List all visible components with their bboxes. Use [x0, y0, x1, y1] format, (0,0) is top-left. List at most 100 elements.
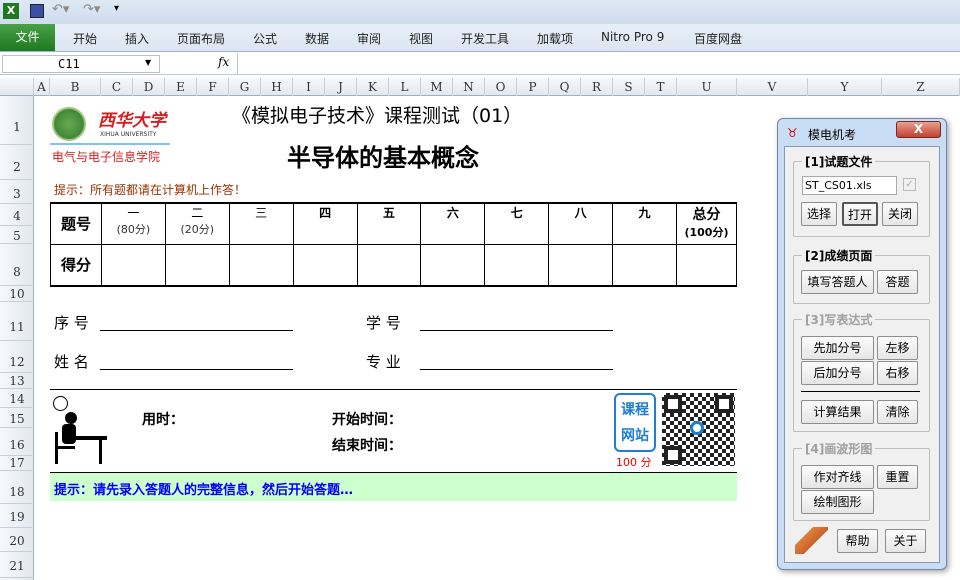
course-site-badge[interactable]: 课程网站 — [614, 393, 656, 452]
row-header[interactable]: 4 — [0, 204, 34, 226]
move-left-button[interactable]: 左移 — [877, 336, 918, 360]
col-header[interactable]: A — [34, 78, 50, 96]
row-header[interactable]: 18 — [0, 471, 34, 504]
score-cell[interactable] — [420, 243, 486, 287]
file-checkbox[interactable]: ✓ — [903, 178, 916, 191]
col-header[interactable]: U — [677, 78, 737, 96]
reset-button[interactable]: 重置 — [877, 465, 918, 489]
save-icon[interactable] — [30, 4, 44, 18]
align-lines-button[interactable]: 作对齐线 — [801, 465, 874, 489]
row-header[interactable]: 14 — [0, 389, 34, 408]
col-header[interactable]: C — [101, 78, 133, 96]
score-cell[interactable] — [164, 243, 230, 287]
tab-addins[interactable]: 加载项 — [537, 30, 573, 47]
tab-nitro[interactable]: Nitro Pro 9 — [601, 30, 664, 44]
move-right-button[interactable]: 右移 — [877, 361, 918, 385]
score-cell[interactable] — [548, 243, 614, 287]
name-field[interactable] — [100, 369, 293, 370]
row-header[interactable]: 19 — [0, 504, 34, 528]
col-header[interactable]: O — [485, 78, 517, 96]
prefix-semicolon-button[interactable]: 先加分号 — [801, 336, 874, 360]
close-file-button[interactable]: 关闭 — [882, 202, 918, 226]
col-header[interactable]: G — [229, 78, 261, 96]
tab-review[interactable]: 审阅 — [357, 30, 381, 47]
col-header[interactable]: P — [517, 78, 549, 96]
name-box-dropdown-icon[interactable]: ▼ — [145, 58, 151, 67]
customize-toolbar-icon[interactable]: ▾ — [114, 3, 119, 14]
draw-graph-button[interactable]: 绘制图形 — [801, 490, 874, 514]
row-header[interactable]: 5 — [0, 226, 34, 244]
col-header[interactable]: B — [50, 78, 101, 96]
tab-home[interactable]: 开始 — [73, 30, 97, 47]
student-id-field[interactable] — [420, 330, 613, 331]
row-header[interactable]: 13 — [0, 373, 34, 389]
qr-code[interactable] — [662, 393, 735, 466]
score-cell[interactable] — [484, 243, 550, 287]
panel-close-button[interactable]: X — [896, 121, 941, 138]
answer-button[interactable]: 答题 — [877, 270, 918, 294]
col-header[interactable]: L — [389, 78, 421, 96]
about-button[interactable]: 关于 — [885, 529, 926, 553]
row-header[interactable]: 11 — [0, 302, 34, 341]
col-header[interactable]: I — [293, 78, 325, 96]
col-header[interactable]: E — [165, 78, 197, 96]
row-header[interactable]: 20 — [0, 528, 34, 552]
col-header[interactable]: T — [645, 78, 677, 96]
question-header: 三 — [228, 202, 294, 245]
col-header[interactable]: F — [197, 78, 229, 96]
score-cell[interactable] — [356, 243, 422, 287]
row-header[interactable]: 15 — [0, 408, 34, 428]
row-header[interactable]: 2 — [0, 145, 34, 180]
col-header[interactable]: Z — [882, 78, 960, 96]
row-header[interactable]: 1 — [0, 96, 34, 145]
col-header[interactable]: H — [261, 78, 293, 96]
fill-examinee-button[interactable]: 填写答题人 — [801, 270, 874, 294]
tab-file[interactable]: 文件 — [0, 24, 55, 51]
tab-formulas[interactable]: 公式 — [253, 30, 277, 47]
col-header[interactable]: K — [357, 78, 389, 96]
score-cell[interactable] — [675, 243, 738, 287]
row-header[interactable]: 10 — [0, 286, 34, 302]
row-header[interactable]: 8 — [0, 244, 34, 286]
score-cell[interactable] — [100, 243, 166, 287]
tab-baidu[interactable]: 百度网盘 — [694, 30, 742, 47]
col-header[interactable]: Q — [549, 78, 581, 96]
tab-developer[interactable]: 开发工具 — [461, 30, 509, 47]
col-header[interactable]: M — [421, 78, 453, 96]
seq-field[interactable] — [100, 330, 293, 331]
col-header[interactable]: V — [737, 78, 808, 96]
tab-page-layout[interactable]: 页面布局 — [177, 30, 225, 47]
col-header[interactable]: R — [581, 78, 613, 96]
select-button[interactable]: 选择 — [801, 202, 837, 226]
redo-icon[interactable]: ↷▾ — [83, 2, 100, 17]
postfix-semicolon-button[interactable]: 后加分号 — [801, 361, 874, 385]
col-header[interactable]: J — [325, 78, 357, 96]
row-header[interactable]: 21 — [0, 552, 34, 578]
formula-input[interactable] — [237, 53, 960, 74]
col-header[interactable]: S — [613, 78, 645, 96]
tab-data[interactable]: 数据 — [305, 30, 329, 47]
undo-icon[interactable]: ↶▾ — [52, 2, 69, 17]
row-header[interactable]: 12 — [0, 341, 34, 373]
help-button[interactable]: 帮助 — [837, 529, 878, 553]
score-cell[interactable] — [228, 243, 294, 287]
select-all[interactable] — [0, 78, 34, 96]
name-box[interactable]: C11 — [2, 55, 160, 73]
score-cell[interactable] — [612, 243, 677, 287]
calculate-button[interactable]: 计算结果 — [801, 400, 874, 424]
tab-insert[interactable]: 插入 — [125, 30, 149, 47]
major-field[interactable] — [420, 369, 613, 370]
row-header[interactable]: 17 — [0, 456, 34, 471]
col-header[interactable]: Y — [808, 78, 882, 96]
row-header[interactable]: 16 — [0, 428, 34, 456]
tab-view[interactable]: 视图 — [409, 30, 433, 47]
open-button[interactable]: 打开 — [842, 202, 878, 226]
col-header[interactable]: D — [133, 78, 165, 96]
row-header[interactable]: 3 — [0, 180, 34, 204]
col-header[interactable]: N — [453, 78, 485, 96]
student-at-desk-icon — [55, 412, 107, 464]
fx-button[interactable]: fx — [218, 55, 229, 69]
file-name-input[interactable]: ST_CS01.xls — [802, 176, 897, 195]
score-cell[interactable] — [292, 243, 358, 287]
clear-button[interactable]: 清除 — [877, 400, 918, 424]
